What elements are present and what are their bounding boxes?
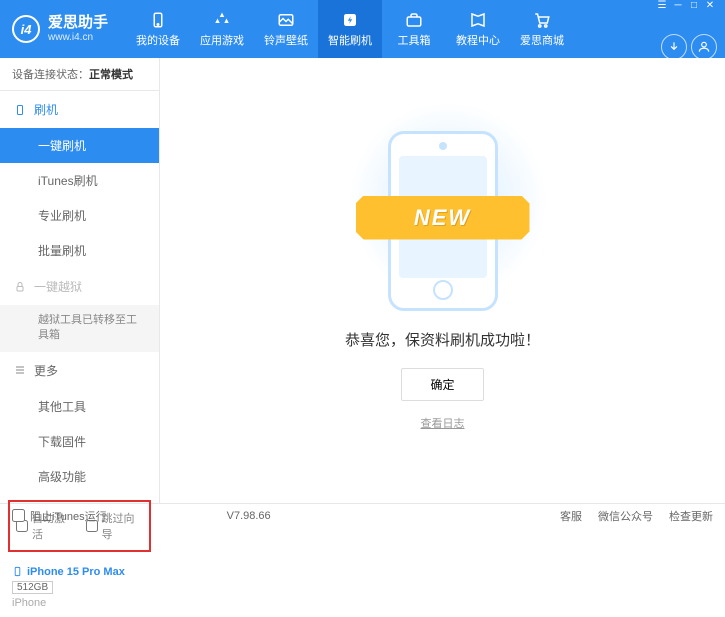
app-header: i4 爱思助手 www.i4.cn 我的设备 应用游戏 铃声壁纸 智能刷机 工具… — [0, 0, 725, 58]
device-info: iPhone 15 Pro Max 512GB iPhone — [0, 558, 159, 617]
sidebar-item-batch[interactable]: 批量刷机 — [0, 233, 159, 268]
sidebar-item-oneclick[interactable]: 一键刷机 — [0, 128, 159, 163]
sidebar-section-more[interactable]: 更多 — [0, 352, 159, 389]
success-illustration: NEW — [388, 131, 498, 311]
footer-support[interactable]: 客服 — [560, 508, 582, 524]
download-button[interactable] — [661, 34, 687, 60]
user-icon — [697, 40, 711, 54]
logo-icon: i4 — [12, 15, 40, 43]
main-content: NEW 恭喜您，保资料刷机成功啦！ 确定 查看日志 — [160, 58, 725, 503]
flash-icon — [341, 11, 359, 29]
window-controls: ☰ ─ □ ✕ — [655, 0, 717, 12]
nav-ringtones[interactable]: 铃声壁纸 — [254, 0, 318, 58]
sidebar-item-itunes[interactable]: iTunes刷机 — [0, 163, 159, 198]
device-icon — [149, 11, 167, 29]
user-button[interactable] — [691, 34, 717, 60]
checkbox-block-itunes[interactable]: 阻止iTunes运行 — [12, 508, 107, 524]
sidebar-item-firmware[interactable]: 下载固件 — [0, 424, 159, 459]
list-icon — [14, 364, 26, 376]
apps-icon — [213, 11, 231, 29]
toolbox-icon — [405, 11, 423, 29]
view-log-link[interactable]: 查看日志 — [421, 415, 465, 431]
nav-apps[interactable]: 应用游戏 — [190, 0, 254, 58]
sidebar: 设备连接状态：正常模式 刷机 一键刷机 iTunes刷机 专业刷机 批量刷机 一… — [0, 58, 160, 503]
version-label: V7.98.66 — [227, 510, 271, 522]
nav-tutorials[interactable]: 教程中心 — [446, 0, 510, 58]
ok-button[interactable]: 确定 — [401, 368, 483, 401]
nav-toolbox[interactable]: 工具箱 — [382, 0, 446, 58]
book-icon — [469, 11, 487, 29]
success-message: 恭喜您，保资料刷机成功啦！ — [345, 329, 540, 350]
device-type: iPhone — [12, 597, 147, 609]
sidebar-item-advanced[interactable]: 高级功能 — [0, 459, 159, 494]
new-ribbon: NEW — [356, 196, 530, 240]
image-icon — [277, 11, 295, 29]
close-icon[interactable]: ✕ — [703, 0, 717, 12]
sidebar-section-jailbreak[interactable]: 一键越狱 — [0, 268, 159, 305]
sidebar-section-flash[interactable]: 刷机 — [0, 91, 159, 128]
phone-small-icon — [12, 566, 23, 577]
footer-wechat[interactable]: 微信公众号 — [598, 508, 653, 524]
sidebar-item-pro[interactable]: 专业刷机 — [0, 198, 159, 233]
menu-icon[interactable]: ☰ — [655, 0, 669, 12]
connection-status: 设备连接状态：正常模式 — [0, 58, 159, 91]
nav-flash[interactable]: 智能刷机 — [318, 0, 382, 58]
jailbreak-notice: 越狱工具已转移至工具箱 — [0, 305, 159, 352]
footer-update[interactable]: 检查更新 — [669, 508, 713, 524]
lock-icon — [14, 281, 26, 293]
minimize-icon[interactable]: ─ — [671, 0, 685, 12]
sidebar-item-other[interactable]: 其他工具 — [0, 389, 159, 424]
maximize-icon[interactable]: □ — [687, 0, 701, 12]
main-nav: 我的设备 应用游戏 铃声壁纸 智能刷机 工具箱 教程中心 爱思商城 — [126, 0, 574, 58]
storage-badge: 512GB — [12, 581, 53, 594]
app-logo: i4 爱思助手 www.i4.cn — [12, 15, 108, 43]
download-icon — [667, 40, 681, 54]
cart-icon — [533, 11, 551, 29]
logo-subtitle: www.i4.cn — [48, 32, 108, 43]
nav-store[interactable]: 爱思商城 — [510, 0, 574, 58]
device-name[interactable]: iPhone 15 Pro Max — [12, 566, 147, 578]
logo-title: 爱思助手 — [48, 15, 108, 32]
phone-icon — [14, 104, 26, 116]
nav-my-device[interactable]: 我的设备 — [126, 0, 190, 58]
